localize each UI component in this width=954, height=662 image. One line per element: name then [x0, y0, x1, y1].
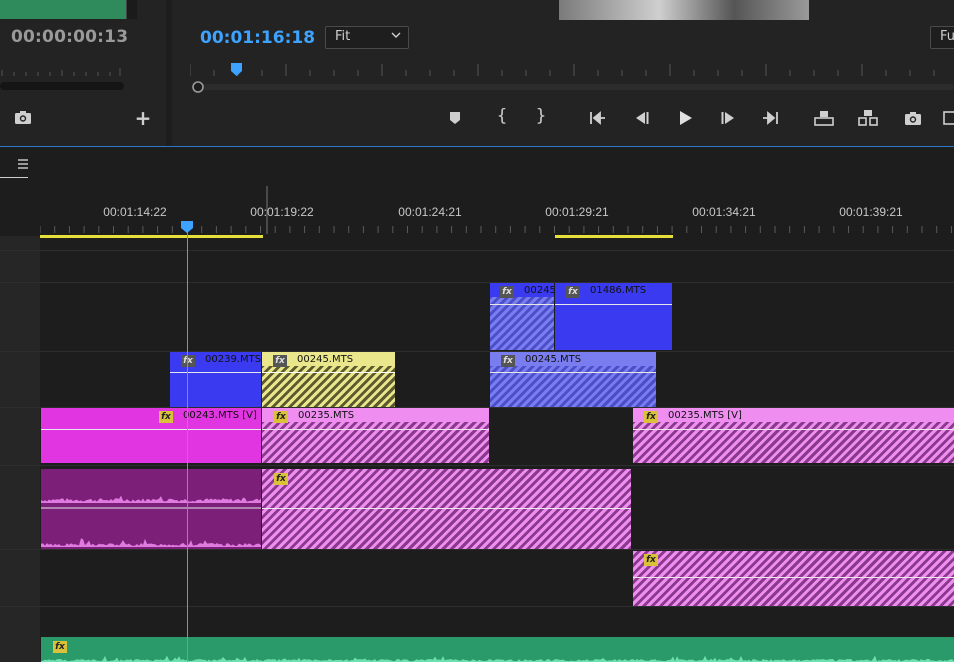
track-v4[interactable] — [0, 250, 954, 283]
hamburger-menu-icon[interactable] — [16, 157, 30, 171]
clip-label: 00245.MTS — [297, 354, 354, 365]
program-video-frame — [559, 0, 809, 20]
plus-icon[interactable]: + — [134, 108, 152, 128]
extract-icon[interactable] — [857, 107, 879, 129]
clip-label: 00245.MTS — [525, 354, 582, 365]
track-a3[interactable] — [0, 606, 954, 637]
fx-badge: fx — [274, 411, 288, 423]
program-mini-ruler[interactable] — [190, 62, 954, 78]
program-timecode[interactable]: 00:01:16:18 — [200, 28, 315, 48]
clip-label: 00245 — [524, 285, 554, 296]
marker-icon[interactable] — [444, 107, 466, 129]
mark-in-icon[interactable]: { — [491, 106, 513, 128]
chevron-down-icon — [391, 32, 401, 38]
camera-icon[interactable] — [902, 107, 924, 129]
clip-label: 01486.MTS — [590, 285, 647, 296]
audio-clip-a1-00243[interactable] — [41, 469, 261, 549]
track-v3[interactable] — [0, 282, 954, 352]
ruler-label: 00:01:24:21 — [398, 205, 462, 219]
source-scrollbar[interactable] — [0, 82, 124, 90]
clip-v3-01486[interactable]: fx 01486.MTS — [555, 283, 672, 350]
clip-v2-00239[interactable]: fx 00239.MTS — [170, 352, 261, 407]
source-thumbnail — [0, 0, 126, 19]
playhead-handle[interactable] — [181, 221, 193, 233]
lift-icon[interactable] — [813, 107, 835, 129]
track-v2[interactable] — [0, 351, 954, 408]
clip-v1-00235-v[interactable]: fx 00235.MTS [V] — [633, 408, 954, 463]
clip-label: 00239.MTS — [205, 354, 261, 365]
clip-label: 00243.MTS [V] — [183, 410, 257, 421]
fx-badge: fx — [159, 411, 173, 423]
ruler-label: 00:01:19:22 — [250, 205, 314, 219]
ruler-label: 00:01:39:21 — [839, 205, 903, 219]
mark-out-icon[interactable]: } — [530, 106, 552, 128]
clip-v1-00235[interactable]: fx 00235.MTS — [262, 408, 489, 463]
clip-label: 00235.MTS [V] — [668, 410, 742, 421]
source-thumbnail-edge — [126, 0, 137, 19]
fx-badge: fx — [644, 554, 658, 566]
step-back-icon[interactable] — [630, 107, 652, 129]
clip-v2-00245-blue[interactable]: fx 00245.MTS — [490, 352, 656, 407]
audio-clip-a2-00235[interactable]: fx — [633, 551, 954, 606]
camera-icon[interactable] — [12, 108, 34, 126]
fx-badge: fx — [274, 473, 288, 485]
audio-clip-a3-music[interactable]: fx — [41, 637, 954, 662]
zoom-fit-value: Fit — [335, 29, 351, 44]
ruler-label: 00:01:34:21 — [692, 205, 756, 219]
go-to-in-icon[interactable] — [586, 107, 608, 129]
clip-v1-00243[interactable]: fx 00243.MTS [V] — [41, 408, 261, 463]
fx-badge: fx — [501, 355, 515, 367]
fx-badge: fx — [644, 411, 658, 423]
play-icon[interactable] — [674, 107, 696, 129]
resolution-value: Fu — [940, 29, 954, 44]
audio-waveform — [41, 655, 954, 662]
panel-divider — [0, 146, 954, 147]
source-mini-ruler[interactable] — [0, 62, 122, 76]
clip-v2-00245-yellow[interactable]: fx 00245.MTS — [262, 352, 395, 407]
timeline-time-ruler[interactable]: 00:01:14:22 00:01:19:22 00:01:24:21 00:0… — [40, 186, 954, 238]
fx-badge: fx — [181, 355, 195, 367]
timeline-tab-indicator — [0, 177, 28, 178]
overflow-icon[interactable] — [942, 107, 954, 129]
audio-waveform — [41, 495, 261, 547]
fx-badge: fx — [273, 355, 287, 367]
audio-clip-a1-00235[interactable]: fx — [262, 469, 631, 549]
ruler-label: 00:01:29:21 — [545, 205, 609, 219]
go-to-out-icon[interactable] — [760, 107, 782, 129]
source-timecode[interactable]: 00:00:00:13 — [11, 27, 128, 47]
step-forward-icon[interactable] — [718, 107, 740, 129]
ruler-label: 00:01:14:22 — [103, 205, 167, 219]
clip-v3-00245[interactable]: fx 00245 — [490, 283, 554, 350]
fx-badge: fx — [566, 286, 580, 298]
playhead-line[interactable] — [187, 228, 188, 662]
program-zoom-scrollbar[interactable] — [190, 81, 954, 93]
clip-label: 00235.MTS — [298, 410, 355, 421]
fx-badge: fx — [500, 286, 514, 298]
